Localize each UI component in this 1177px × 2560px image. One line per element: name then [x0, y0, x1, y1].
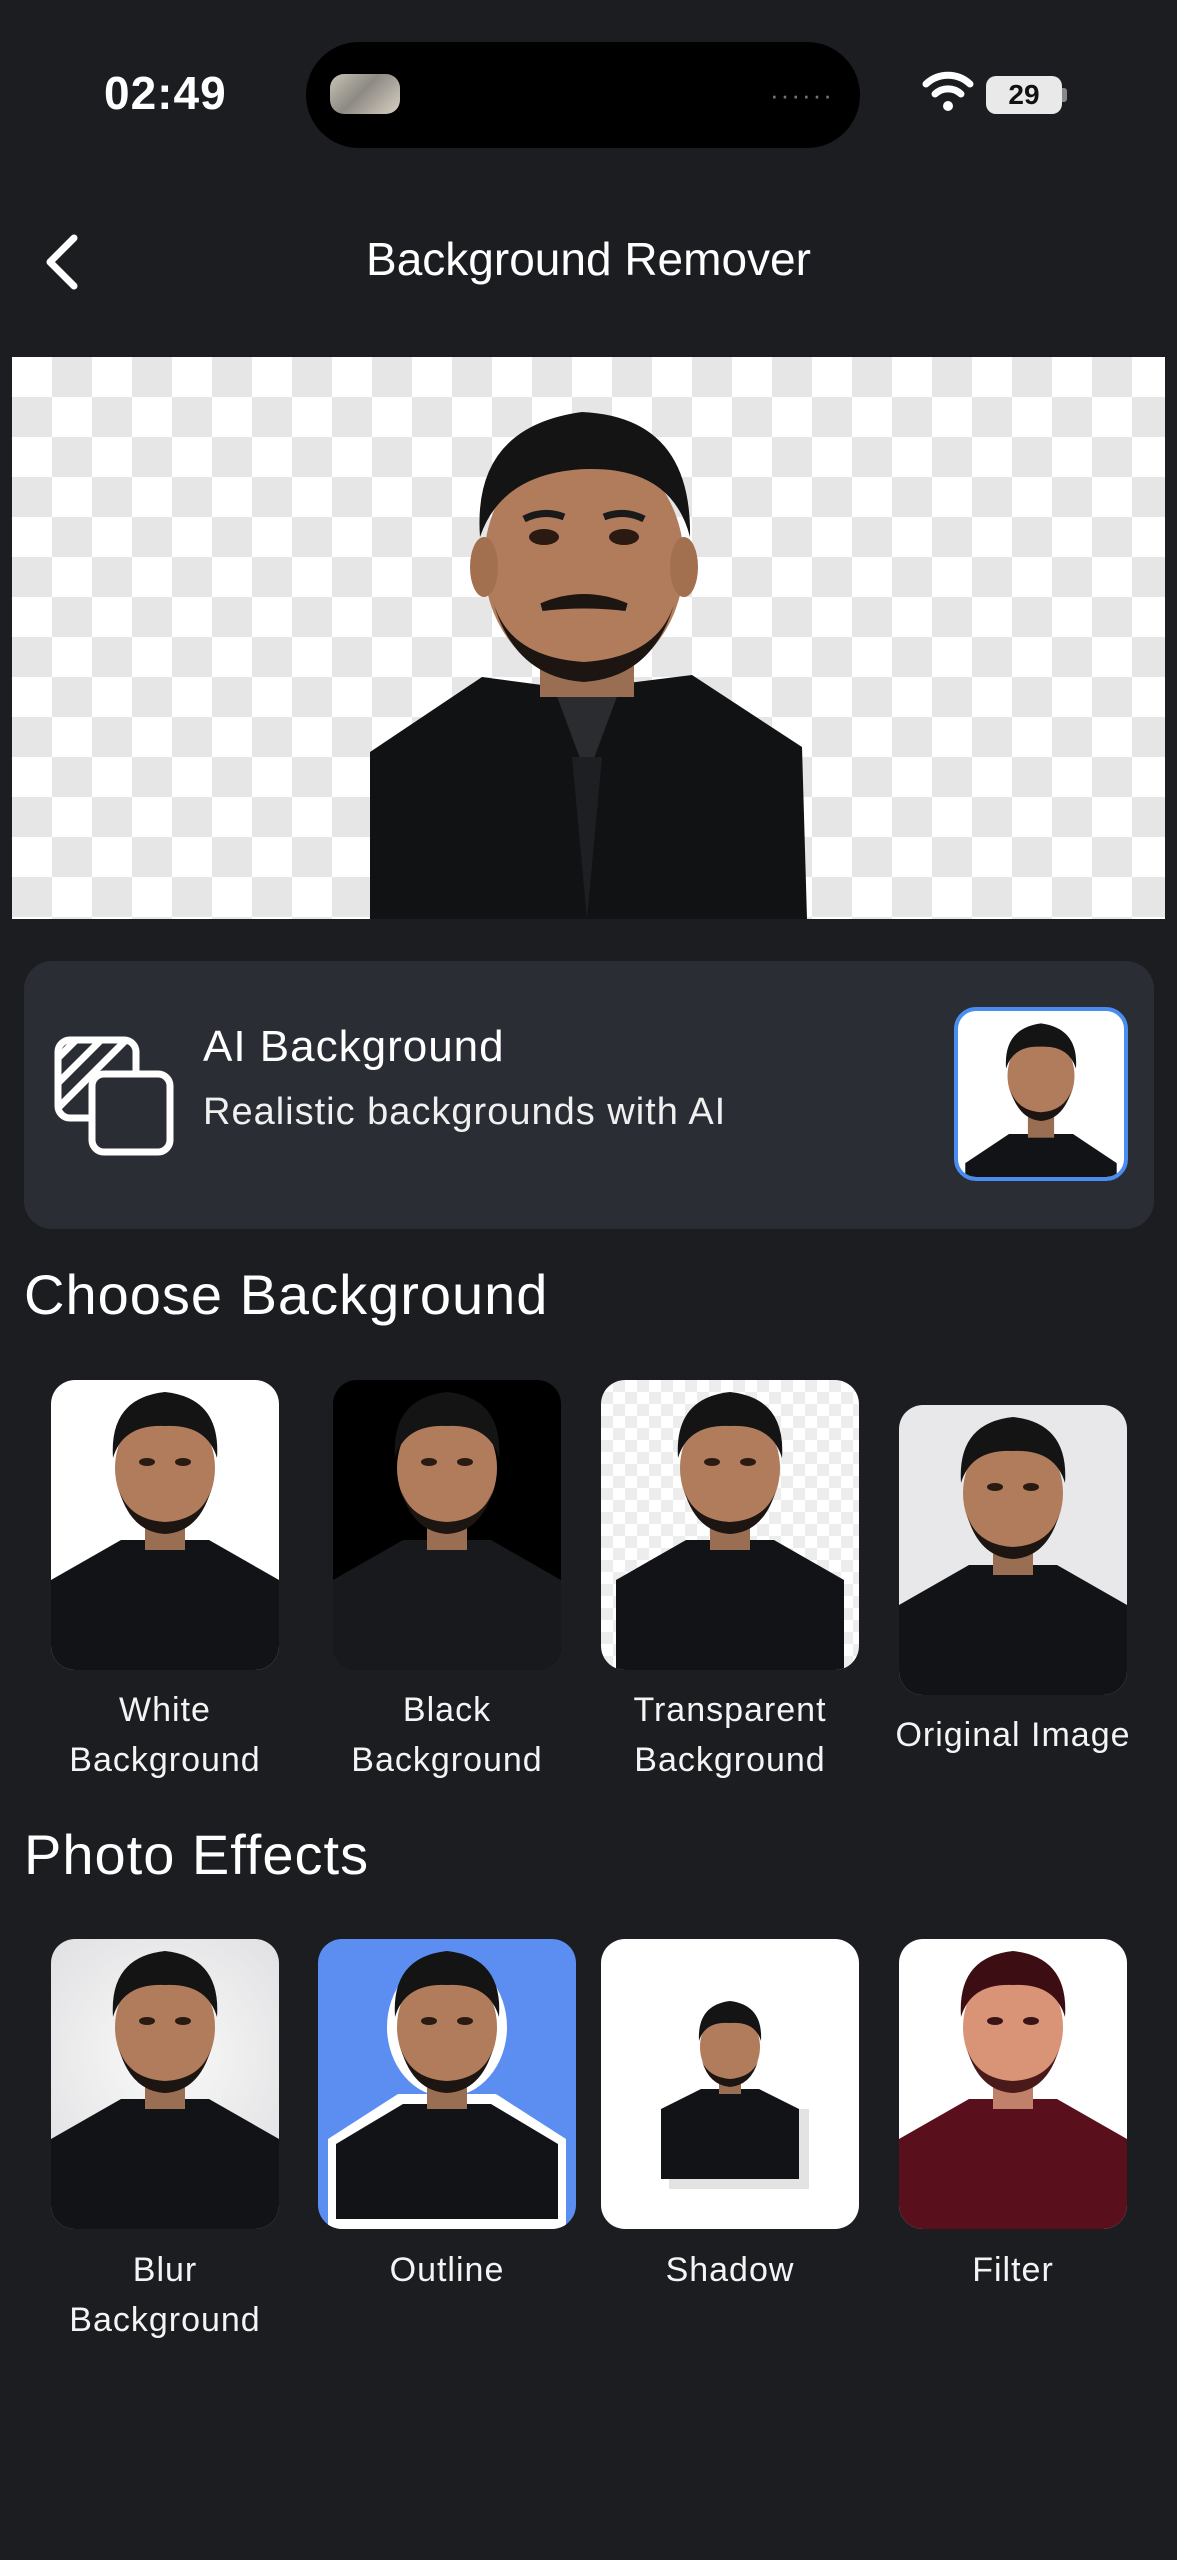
- transparent-background-label: Transparent Background: [633, 1691, 827, 1779]
- status-time: 02:49: [104, 67, 227, 119]
- ai-background-title: AI Background: [203, 1022, 505, 1071]
- choose-background-heading: Choose Background: [24, 1263, 549, 1326]
- blur-background-label: Blur Background: [69, 2251, 261, 2339]
- outline-label: Outline: [389, 2251, 505, 2289]
- shadow-label: Shadow: [665, 2251, 795, 2289]
- ai-background-thumbnail[interactable]: [954, 1007, 1128, 1181]
- transparent-background-option[interactable]: [601, 1380, 859, 1670]
- blur-background-option[interactable]: [51, 1939, 279, 2229]
- live-activity-thumbnail: [330, 74, 400, 114]
- battery-indicator: 29: [986, 76, 1062, 114]
- ai-background-subtitle: Realistic backgrounds with AI: [203, 1091, 727, 1133]
- shadow-effect-option[interactable]: [601, 1939, 859, 2229]
- filter-label: Filter: [972, 2251, 1054, 2289]
- photo-effects-heading: Photo Effects: [24, 1823, 370, 1886]
- filter-effect-option[interactable]: [899, 1939, 1127, 2229]
- preview-image: [12, 357, 1165, 919]
- original-image-option[interactable]: [899, 1405, 1127, 1695]
- battery-nub: [1062, 88, 1067, 102]
- black-background-label: Black Background: [351, 1691, 543, 1779]
- outline-effect-option[interactable]: [318, 1939, 576, 2229]
- black-background-option[interactable]: [333, 1380, 561, 1670]
- white-background-option[interactable]: [51, 1380, 279, 1670]
- page-title: Background Remover: [366, 233, 811, 285]
- white-background-label: White Background: [69, 1691, 261, 1779]
- layers-icon: [54, 1036, 174, 1156]
- wifi-icon: [922, 71, 974, 111]
- island-indicator: ······: [770, 80, 834, 110]
- original-image-label: Original Image: [895, 1716, 1131, 1754]
